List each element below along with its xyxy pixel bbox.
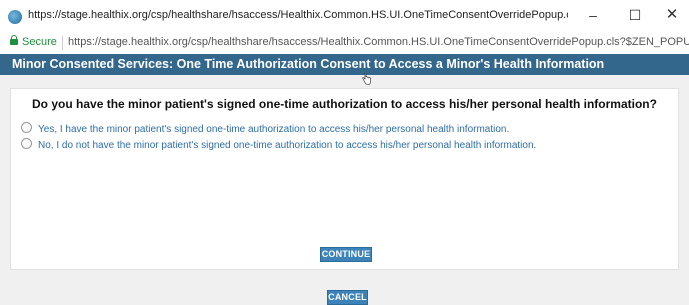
page-header: Minor Consented Services: One Time Autho… <box>0 54 689 75</box>
cancel-button[interactable]: CANCEL <box>327 290 368 305</box>
maximize-button[interactable]: ☐ <box>622 4 648 26</box>
address-separator <box>62 36 63 50</box>
page-title: Minor Consented Services: One Time Autho… <box>12 57 605 71</box>
lock-icon <box>10 35 18 45</box>
favicon-icon <box>8 10 22 24</box>
window-titlebar: https://stage.healthix.org/csp/healthsha… <box>0 0 689 33</box>
consent-panel: Do you have the minor patient's signed o… <box>10 88 679 270</box>
option-yes-label[interactable]: Yes, I have the minor patient's signed o… <box>38 124 509 135</box>
continue-button[interactable]: CONTINUE <box>320 247 372 262</box>
url-text[interactable]: https://stage.healthix.org/csp/healthsha… <box>68 36 689 48</box>
window-title: https://stage.healthix.org/csp/healthsha… <box>28 9 568 21</box>
radio-yes[interactable] <box>21 122 32 133</box>
secure-label: Secure <box>22 36 57 48</box>
address-bar[interactable]: Secure https://stage.healthix.org/csp/he… <box>0 32 689 55</box>
hand-cursor-icon <box>362 73 371 85</box>
close-button[interactable]: ✕ <box>659 4 685 26</box>
option-no[interactable]: No, I do not have the minor patient's si… <box>21 138 536 152</box>
option-no-label[interactable]: No, I do not have the minor patient's si… <box>38 140 536 151</box>
consent-question: Do you have the minor patient's signed o… <box>32 97 657 111</box>
minimize-button[interactable]: – <box>580 4 606 26</box>
radio-no[interactable] <box>21 138 32 149</box>
option-yes[interactable]: Yes, I have the minor patient's signed o… <box>21 122 509 136</box>
